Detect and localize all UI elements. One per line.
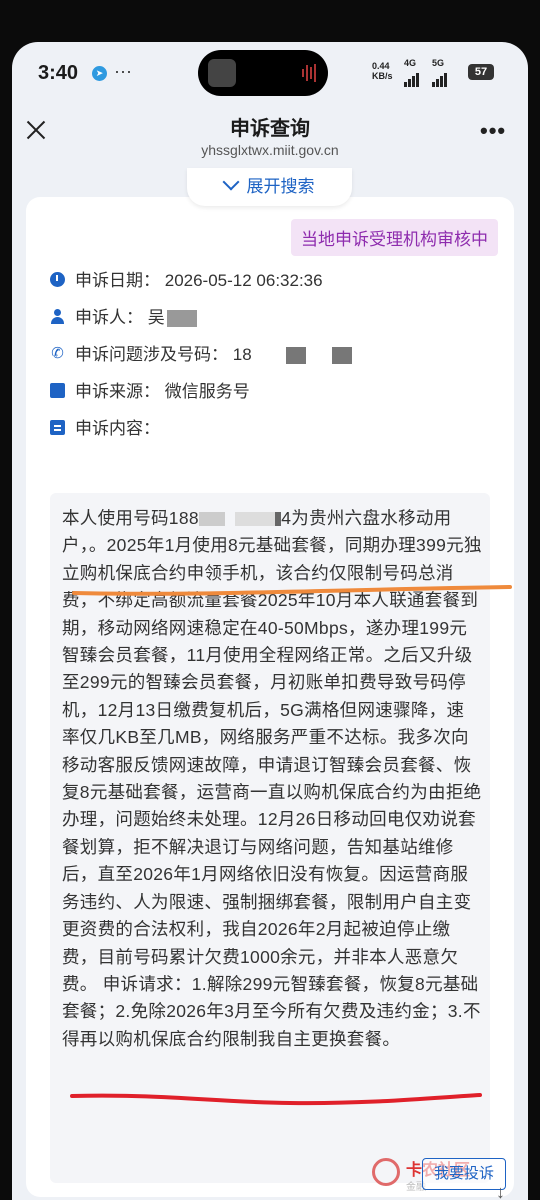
- page-url: yhssglxtwx.miit.gov.cn: [201, 142, 339, 158]
- telegram-icon: ➤: [92, 66, 107, 81]
- redacted-block: [235, 512, 276, 527]
- clock-icon: [50, 272, 65, 288]
- media-thumbnail: [208, 59, 236, 87]
- page-title: 申诉查询: [230, 118, 310, 140]
- complaint-content-box: 本人使用号码188 4为贵州六盘水移动用户，。2025年1月使用8元基础套餐，同…: [50, 493, 490, 1183]
- audio-wave-icon: [302, 64, 320, 82]
- field-phone: ✆ 申诉问题涉及号码： 18: [50, 343, 352, 367]
- net-type-4g: 4G: [404, 58, 417, 68]
- status-badge: 当地申诉受理机构审核中: [291, 219, 498, 256]
- phone-icon: ✆: [51, 345, 64, 363]
- more-menu-button[interactable]: •••: [480, 118, 506, 144]
- dynamic-island: [198, 50, 328, 96]
- complaint-card: 当地申诉受理机构审核中 申诉日期： 2026-05-12 06:32:36 申诉…: [26, 197, 514, 1197]
- chevron-down-icon: [222, 173, 239, 191]
- status-bar: 3:40 ➤ ··· 0.44 KB/s 4G 5G 57: [12, 42, 528, 104]
- field-source: 申诉来源： 微信服务号: [50, 380, 250, 404]
- field-content: 申诉内容：: [50, 417, 160, 441]
- red-underline-annotation: [70, 1093, 482, 1106]
- redacted-block: [166, 310, 197, 328]
- battery-icon: 57: [468, 64, 494, 80]
- status-time: 3:40: [38, 62, 79, 84]
- redacted-block: [285, 347, 306, 365]
- field-date: 申诉日期： 2026-05-12 06:32:36: [50, 269, 323, 293]
- expand-search-button[interactable]: 展开搜索: [187, 168, 352, 206]
- status-more-dots: ···: [114, 61, 132, 81]
- complain-button[interactable]: 我要投诉: [422, 1158, 506, 1190]
- net-speed: 0.44 KB/s: [372, 61, 393, 81]
- nav-bar: 申诉查询 yhssglxtwx.miit.gov.cn •••: [12, 104, 528, 164]
- expand-search-label: 展开搜索: [246, 177, 315, 196]
- phone-screen: 3:40 ➤ ··· 0.44 KB/s 4G 5G 57 申诉查询 yhssg…: [12, 42, 528, 1200]
- person-icon: [50, 309, 65, 325]
- source-icon: [50, 383, 65, 399]
- arrow-down-icon[interactable]: ↓: [496, 1182, 516, 1200]
- signal-icon-1: [404, 69, 420, 87]
- signal-icon-2: [432, 69, 448, 87]
- field-complainant: 申诉人： 吴: [50, 306, 197, 330]
- redacted-block: [331, 347, 352, 365]
- document-icon: [50, 420, 65, 436]
- watermark-logo-icon: [372, 1158, 400, 1186]
- orange-underline-annotation: [72, 585, 512, 596]
- redacted-block: [198, 512, 225, 527]
- net-type-5g: 5G: [432, 58, 445, 68]
